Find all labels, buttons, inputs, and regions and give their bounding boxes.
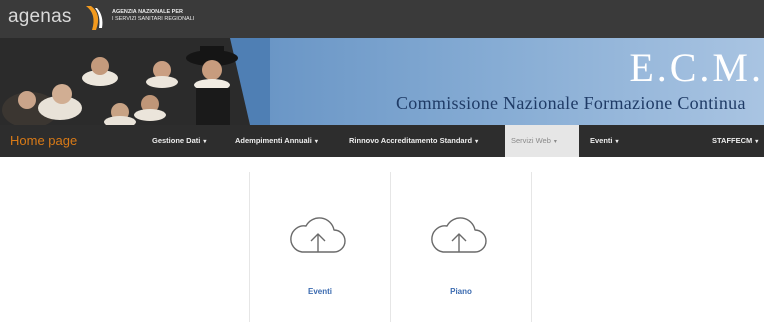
nav-item-label: Adempimenti Annuali <box>235 136 312 145</box>
banner-subtitle: Commissione Nazionale Formazione Continu… <box>396 93 746 113</box>
nav-servizi-web[interactable]: Servizi Web ▾ <box>505 125 579 157</box>
caret-down-icon: ▾ <box>203 139 207 145</box>
nav-item-label: Servizi Web <box>511 136 551 145</box>
agenas-swoosh-icon <box>86 6 103 30</box>
nav-eventi[interactable]: Eventi ▾ <box>584 125 625 157</box>
nav-item-label: Rinnovo Accreditamento Standard <box>349 136 473 145</box>
agency-line1: AGENZIA NAZIONALE PER <box>112 9 183 15</box>
nav-home-link[interactable]: Home page <box>10 133 77 148</box>
tile-label: Eventi <box>307 287 332 296</box>
nav-item-label: STAFFECM <box>712 136 753 145</box>
tile-piano[interactable]: Piano <box>390 172 532 322</box>
caret-down-icon: ▾ <box>314 139 318 145</box>
tile-eventi[interactable]: Eventi <box>249 172 391 322</box>
nav-gestione-dati[interactable]: Gestione Dati ▾ <box>146 125 212 157</box>
nav-item-label: Eventi <box>590 136 613 145</box>
banner: E.C.M. Commissione Nazionale Formazione … <box>0 38 764 125</box>
agency-name: AGENZIA NAZIONALE PER I SERVIZI SANITARI… <box>112 9 222 23</box>
agenas-logo[interactable]: agenas <box>8 6 72 28</box>
agency-line2: I SERVIZI SANITARI REGIONALI <box>112 16 195 22</box>
caret-down-icon: ▾ <box>475 139 479 145</box>
nav-adempimenti-annuali[interactable]: Adempimenti Annuali ▾ <box>229 125 324 157</box>
main-navbar: Home page Gestione Dati ▾ Adempimenti Ann… <box>0 125 764 157</box>
caret-down-icon: ▾ <box>553 139 557 145</box>
nav-rinnovo-accreditamento[interactable]: Rinnovo Accreditamento Standard ▾ <box>343 125 484 157</box>
caret-down-icon: ▾ <box>615 139 619 145</box>
cloud-upload-icon <box>290 217 346 253</box>
top-header: agenas AGENZIA NAZIONALE PER I SERVIZI S… <box>0 0 764 38</box>
nav-item-label: Gestione Dati <box>152 136 201 145</box>
banner-painting-image <box>0 38 270 125</box>
caret-down-icon: ▾ <box>755 139 759 145</box>
cloud-upload-icon <box>431 217 487 253</box>
nav-user-menu[interactable]: STAFFECM ▾ <box>706 125 764 157</box>
tile-label: Piano <box>450 287 472 296</box>
main-content: Eventi Piano <box>0 157 764 322</box>
banner-title: E.C.M. <box>629 45 764 90</box>
